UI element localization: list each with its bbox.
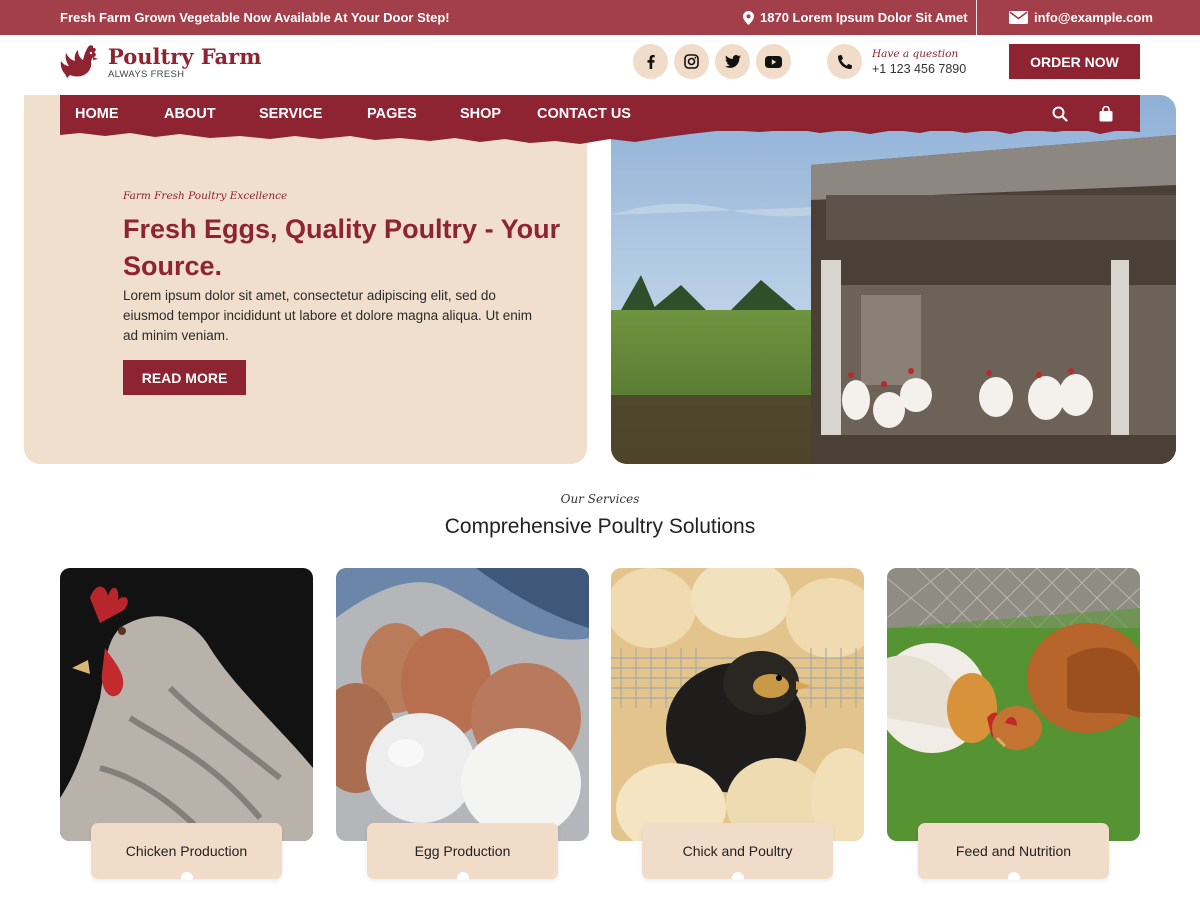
label-notch xyxy=(181,872,193,880)
question-label: Have a question xyxy=(872,47,959,60)
hero-title: Fresh Eggs, Quality Poultry - Your Sourc… xyxy=(123,214,561,281)
label-notch xyxy=(732,872,744,880)
service-label-feed[interactable]: Feed and Nutrition xyxy=(918,823,1109,880)
service-label-egg[interactable]: Egg Production xyxy=(367,823,558,880)
email-link[interactable]: info@example.com xyxy=(1009,10,1153,25)
service-label-text: Chick and Poultry xyxy=(682,843,793,859)
search-icon xyxy=(1052,106,1068,122)
top-bar: Fresh Farm Grown Vegetable Now Available… xyxy=(0,0,1200,35)
label-notch xyxy=(1008,872,1020,880)
logo-name: Poultry Farm xyxy=(108,44,262,69)
search-button[interactable] xyxy=(1050,104,1070,124)
order-now-button[interactable]: ORDER NOW xyxy=(1009,44,1140,79)
instagram-button[interactable] xyxy=(674,44,709,79)
nav-item-shop[interactable]: SHOP xyxy=(460,106,501,122)
hero-subtitle: Farm Fresh Poultry Excellence xyxy=(123,190,288,202)
address-text: 1870 Lorem Ipsum Dolor Sit Amet xyxy=(760,10,968,25)
youtube-icon xyxy=(765,55,782,68)
email-text: info@example.com xyxy=(1034,10,1153,25)
label-notch xyxy=(457,872,469,880)
cart-icon xyxy=(1099,106,1113,122)
service-card-egg-image[interactable] xyxy=(336,568,589,841)
nav-torn-edge xyxy=(60,124,1140,144)
phone-button[interactable] xyxy=(827,44,862,79)
services-title: Comprehensive Poultry Solutions xyxy=(444,515,756,538)
cart-button[interactable] xyxy=(1096,104,1116,124)
service-card-chicken-image[interactable] xyxy=(60,568,313,841)
service-card-chick-image[interactable] xyxy=(611,568,864,841)
address: 1870 Lorem Ipsum Dolor Sit Amet xyxy=(743,10,968,25)
nav-item-home[interactable]: HOME xyxy=(75,106,119,122)
phone-icon xyxy=(837,54,852,69)
hero-image xyxy=(611,95,1176,464)
phone-number[interactable]: +1 123 456 7890 xyxy=(872,62,966,76)
mail-icon xyxy=(1009,11,1028,24)
service-label-text: Chicken Production xyxy=(125,843,248,859)
facebook-icon xyxy=(647,54,655,69)
location-icon xyxy=(743,10,754,25)
service-label-text: Egg Production xyxy=(414,843,511,859)
twitter-icon xyxy=(724,55,741,68)
hero-text: Lorem ipsum dolor sit amet, consectetur … xyxy=(123,288,532,343)
nav-item-pages[interactable]: PAGES xyxy=(367,106,417,122)
contact-question: Have a question +1 123 456 7890 xyxy=(827,44,966,79)
nav-item-service[interactable]: SERVICE xyxy=(259,106,322,122)
twitter-button[interactable] xyxy=(715,44,750,79)
service-label-chicken[interactable]: Chicken Production xyxy=(91,823,282,880)
facebook-button[interactable] xyxy=(633,44,668,79)
services-subtitle: Our Services xyxy=(560,492,640,506)
logo[interactable]: Poultry Farm ALWAYS FRESH xyxy=(60,44,261,82)
divider xyxy=(976,0,977,35)
social-links xyxy=(633,44,791,79)
read-more-button[interactable]: READ MORE xyxy=(123,360,246,395)
logo-tagline: ALWAYS FRESH xyxy=(108,69,185,80)
service-label-text: Feed and Nutrition xyxy=(955,843,1072,859)
rooster-logo-icon xyxy=(60,45,98,78)
nav-item-contact[interactable]: CONTACT US xyxy=(537,106,631,122)
nav-item-about[interactable]: ABOUT xyxy=(164,106,216,122)
service-label-chick[interactable]: Chick and Poultry xyxy=(642,823,833,880)
promo-text: Fresh Farm Grown Vegetable Now Available… xyxy=(60,10,450,25)
service-card-feed-image[interactable] xyxy=(887,568,1140,841)
instagram-icon xyxy=(684,54,699,69)
youtube-button[interactable] xyxy=(756,44,791,79)
